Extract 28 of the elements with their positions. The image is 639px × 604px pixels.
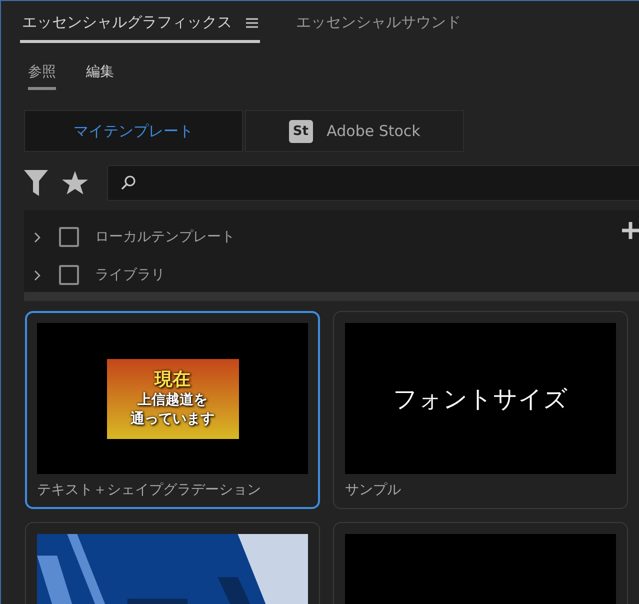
source-label: Adobe Stock — [326, 122, 420, 140]
sub-tab[interactable]: 編集 — [86, 63, 114, 90]
template-card[interactable]: 現在 上信越道を 通っています テキスト＋シェイプグラデーション — [25, 311, 320, 509]
chevron-icon[interactable] — [34, 270, 41, 280]
source-tab[interactable]: マイテンプレート — [24, 110, 243, 152]
panel-tab[interactable]: エッセンシャルグラフィックス — [20, 13, 260, 43]
chevron-icon[interactable] — [34, 232, 41, 242]
search-field[interactable] — [107, 165, 639, 201]
filter-icon[interactable] — [24, 170, 48, 196]
panel-tab[interactable]: エッセンシャルサウンド — [294, 13, 463, 43]
template-name: サンプル — [345, 481, 402, 499]
source-tab[interactable]: St Adobe Stock — [245, 110, 464, 152]
checkbox[interactable] — [59, 265, 79, 285]
sub-tab[interactable]: 参照 — [28, 63, 56, 90]
template-name: テキスト＋シェイプグラデーション — [37, 481, 262, 499]
preview-text: フォントサイズ — [393, 384, 568, 414]
folder-label[interactable]: ローカルテンプレート — [95, 228, 235, 246]
folder-label[interactable]: ライブラリ — [95, 266, 165, 284]
preview-text: 通っています — [130, 410, 214, 428]
preview-text: 上信越道を — [138, 390, 208, 410]
plus-icon[interactable] — [622, 222, 639, 239]
star-icon[interactable] — [62, 170, 88, 196]
template-card[interactable]: フォントサイズ サンプル — [333, 311, 628, 509]
search-icon — [120, 175, 136, 191]
stock-badge-icon: St — [288, 120, 313, 142]
checkbox[interactable] — [59, 227, 79, 247]
menu-icon[interactable] — [246, 18, 258, 28]
preview-text: 現在 — [154, 368, 190, 390]
